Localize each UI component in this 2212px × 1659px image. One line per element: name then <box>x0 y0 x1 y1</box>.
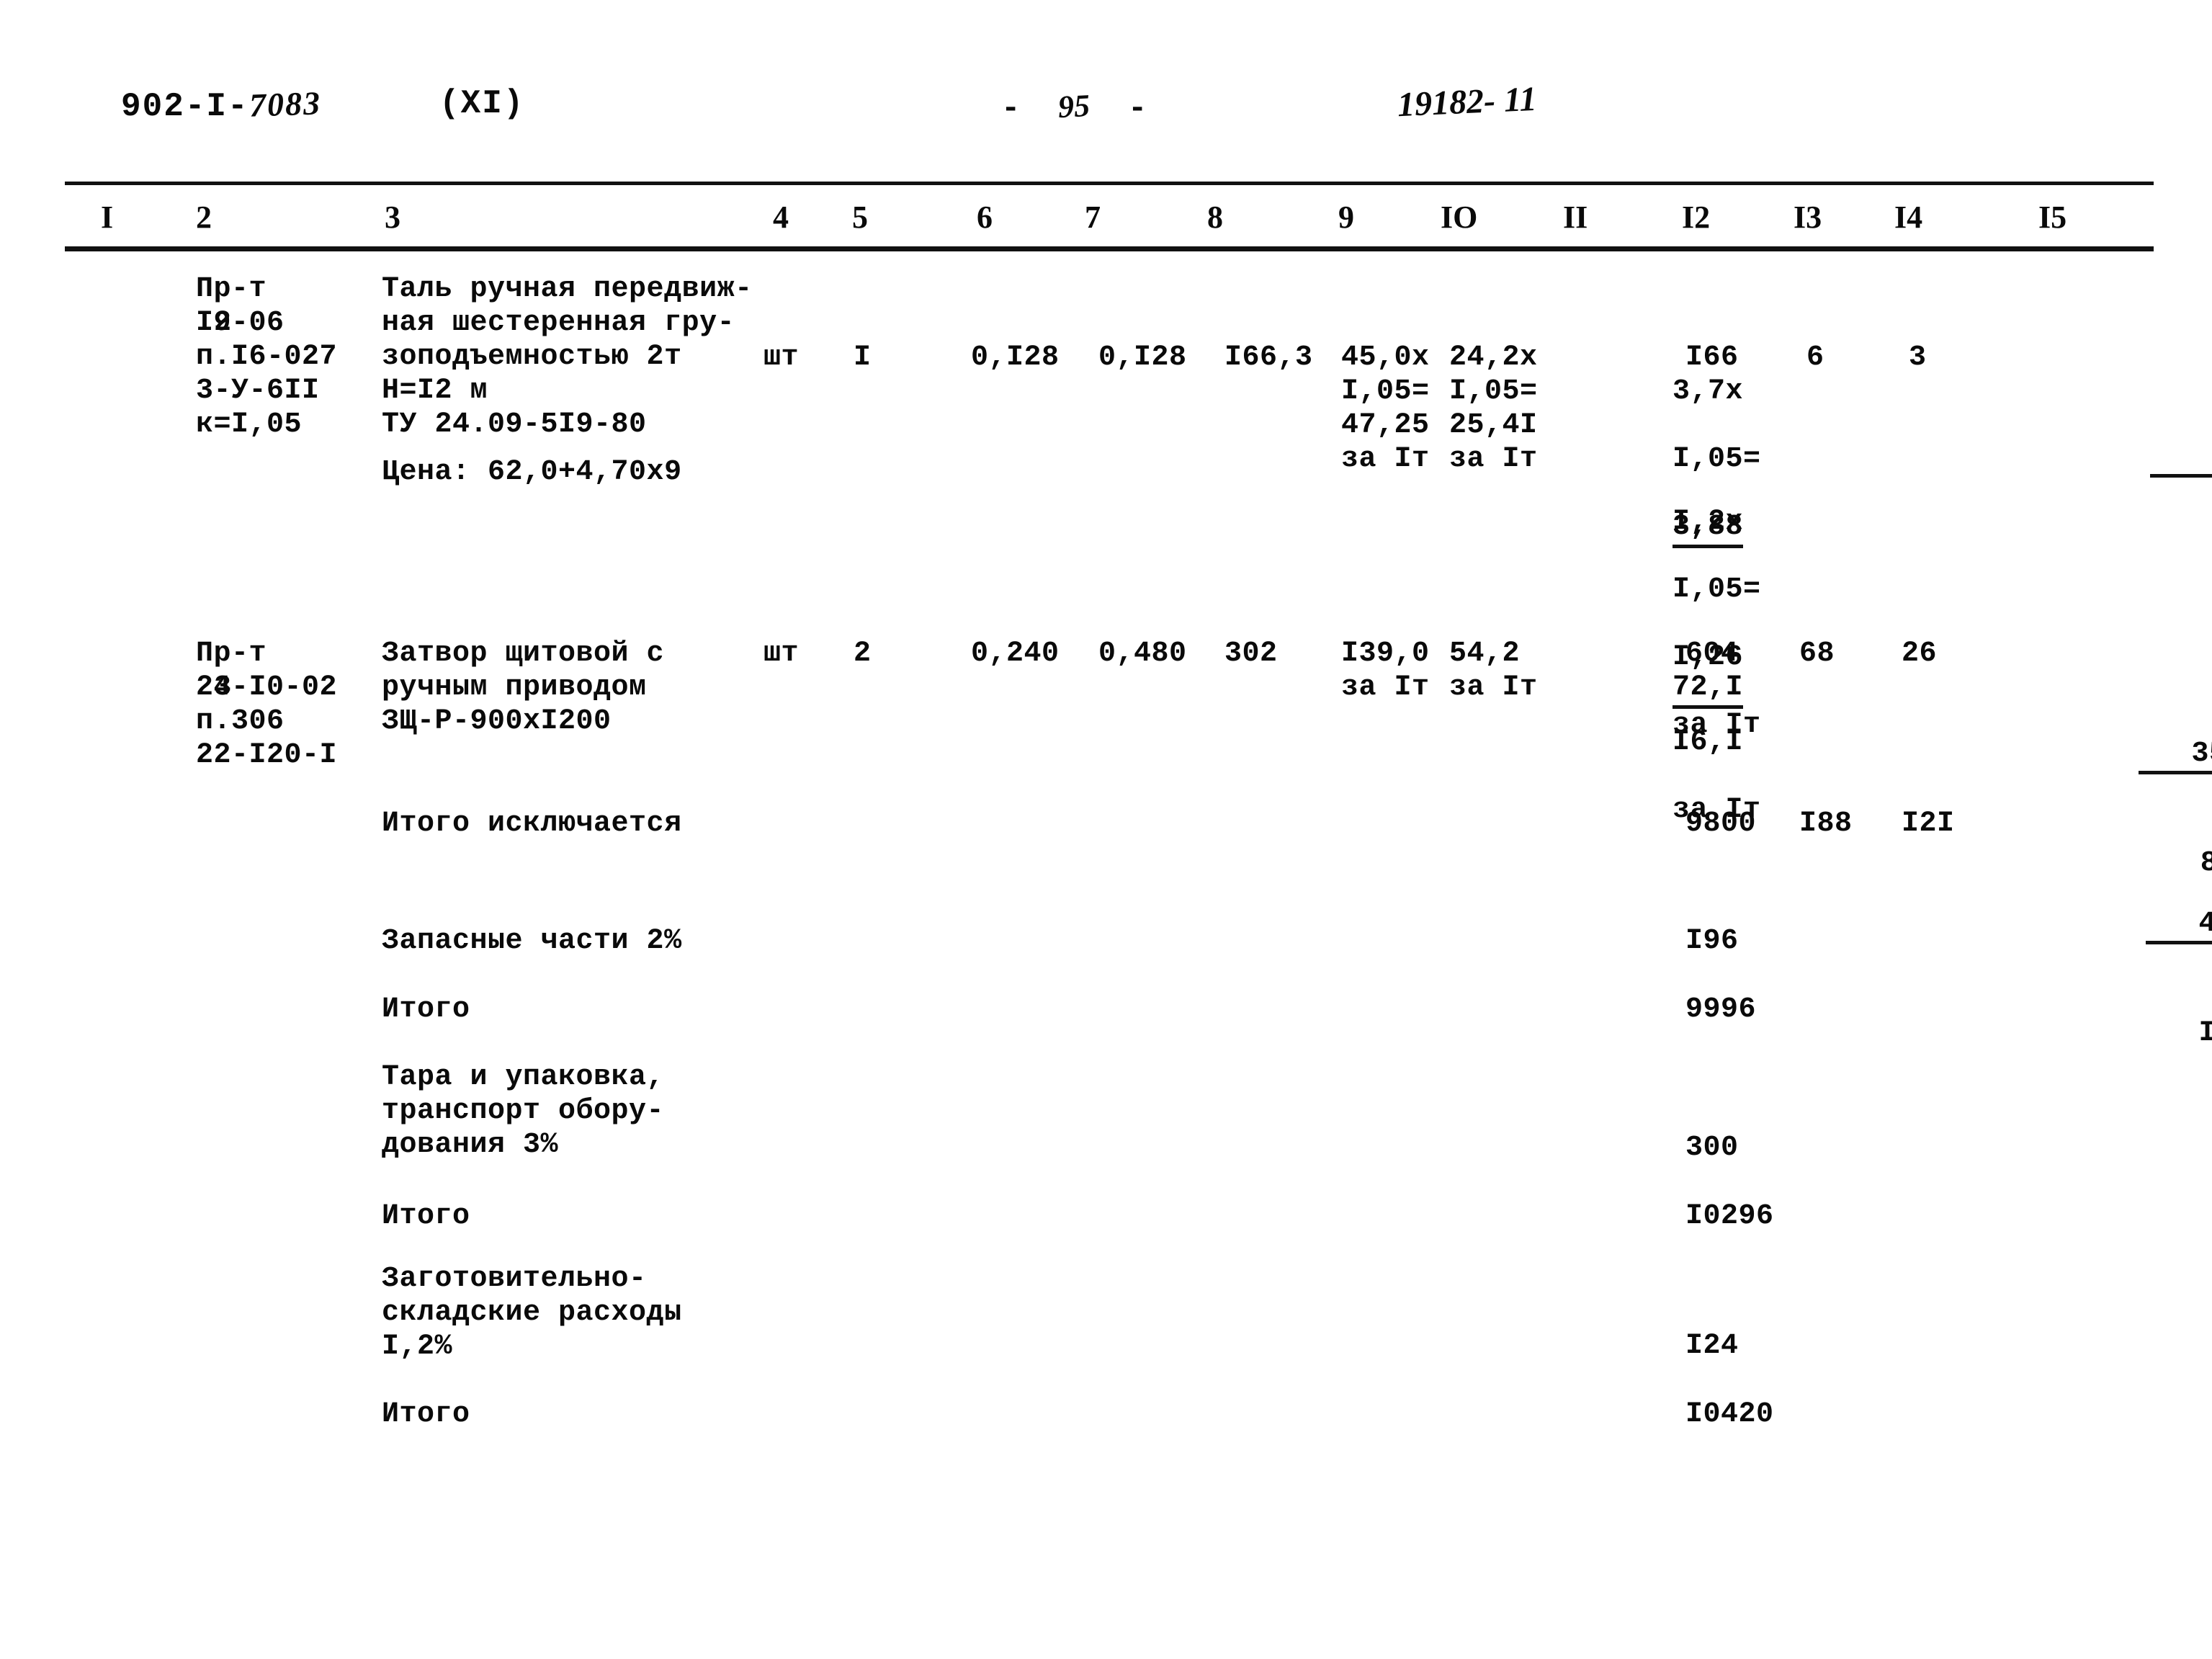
row-col14: 3 <box>1909 341 1927 374</box>
summary-label: Итого <box>382 1200 470 1233</box>
row-quantity: I <box>854 341 872 374</box>
row-col6: 0,240 <box>971 638 1060 670</box>
summary-label: Тара и упаковка, транспорт обору- довани… <box>382 1061 665 1161</box>
row-code: Пр-т I9-06 п.I6-027 3-У-6II к=I,05 <box>196 273 338 441</box>
document-page: 902-I-7083 (XI) - 95 - 19182- 11 I 2 3 4… <box>0 0 2212 1659</box>
summary-col12: I0420 <box>1685 1398 1774 1431</box>
row-col12: 604 <box>1685 638 1739 670</box>
row-col15-numerator: I <box>2150 440 2212 478</box>
summary-col13: I88 <box>1799 808 1853 840</box>
summary-col15: 48 I3 <box>2040 805 2212 1152</box>
summary-col12: 9800 <box>1685 808 1757 840</box>
row-col14: 26 <box>1902 638 1938 670</box>
summary-col15-denominator: I3 <box>2198 1017 2212 1050</box>
row-col12: I66 <box>1685 341 1739 374</box>
summary-label: Запасные части 2% <box>382 925 682 957</box>
row-unit: шт <box>764 638 800 670</box>
row-col10: 54,2 за Iт <box>1449 638 1538 704</box>
summary-label: Итого исключается <box>382 808 682 840</box>
summary-col12: I0296 <box>1685 1200 1774 1233</box>
summary-col14: I2I <box>1902 808 1955 840</box>
summary-col12: 9996 <box>1685 993 1757 1026</box>
row-code: Пр-т 24-I0-02 п.306 22-I20-I <box>196 638 338 772</box>
row-col9: I39,0 за Iт <box>1341 638 1430 704</box>
row-name: Затвор щитовой с ручным приводом ЗЩ-Р-90… <box>382 638 665 738</box>
row-quantity: 2 <box>854 638 872 670</box>
row-col8: 302 <box>1224 638 1278 670</box>
row-col9: 45,0х I,05= 47,25 за Iт <box>1341 341 1430 475</box>
row-col7: 0,I28 <box>1098 341 1187 374</box>
summary-label: Итого <box>382 993 470 1026</box>
row-col11b-line2: I,05= <box>1673 573 1761 606</box>
summary-label: Заготовительно- складские расходы I,2% <box>382 1263 682 1363</box>
row-name: Таль ручная передвиж- ная шестеренная гр… <box>382 273 753 441</box>
row-col10: 24,2х I,05= 25,4I за Iт <box>1449 341 1538 475</box>
summary-col15-numerator: 48 <box>2146 907 2212 944</box>
summary-col12: I24 <box>1685 1330 1739 1362</box>
row-col13: 6 <box>1806 341 1824 374</box>
table-body: 2 Пр-т I9-06 п.I6-027 3-У-6II к=I,05 Тал… <box>0 0 2212 1659</box>
row-col11b-line1: I,2х <box>1673 506 1744 538</box>
summary-col15-fraction: 48 I3 <box>2146 839 2212 1118</box>
row-col8: I66,3 <box>1224 341 1313 374</box>
summary-label: Итого <box>382 1398 470 1431</box>
row-col15: I - <box>2044 339 2212 685</box>
row-col15-denominator: - <box>2150 545 2212 583</box>
row-col7: 0,480 <box>1098 638 1187 670</box>
row-col11-line1: 3,7х <box>1673 375 1744 408</box>
row-col11b-line1: I6,I <box>1673 726 1744 759</box>
row-unit: шт <box>764 341 800 374</box>
summary-col12: 300 <box>1685 1132 1739 1164</box>
row-price-note: Цена: 62,0+4,70х9 <box>382 456 682 488</box>
row-col15-numerator: 35 <box>2139 737 2212 774</box>
row-col15-fraction: I - <box>2150 372 2212 651</box>
summary-col12: I96 <box>1685 925 1739 957</box>
row-col6: 0,I28 <box>971 341 1060 374</box>
row-col13: 68 <box>1799 638 1835 670</box>
